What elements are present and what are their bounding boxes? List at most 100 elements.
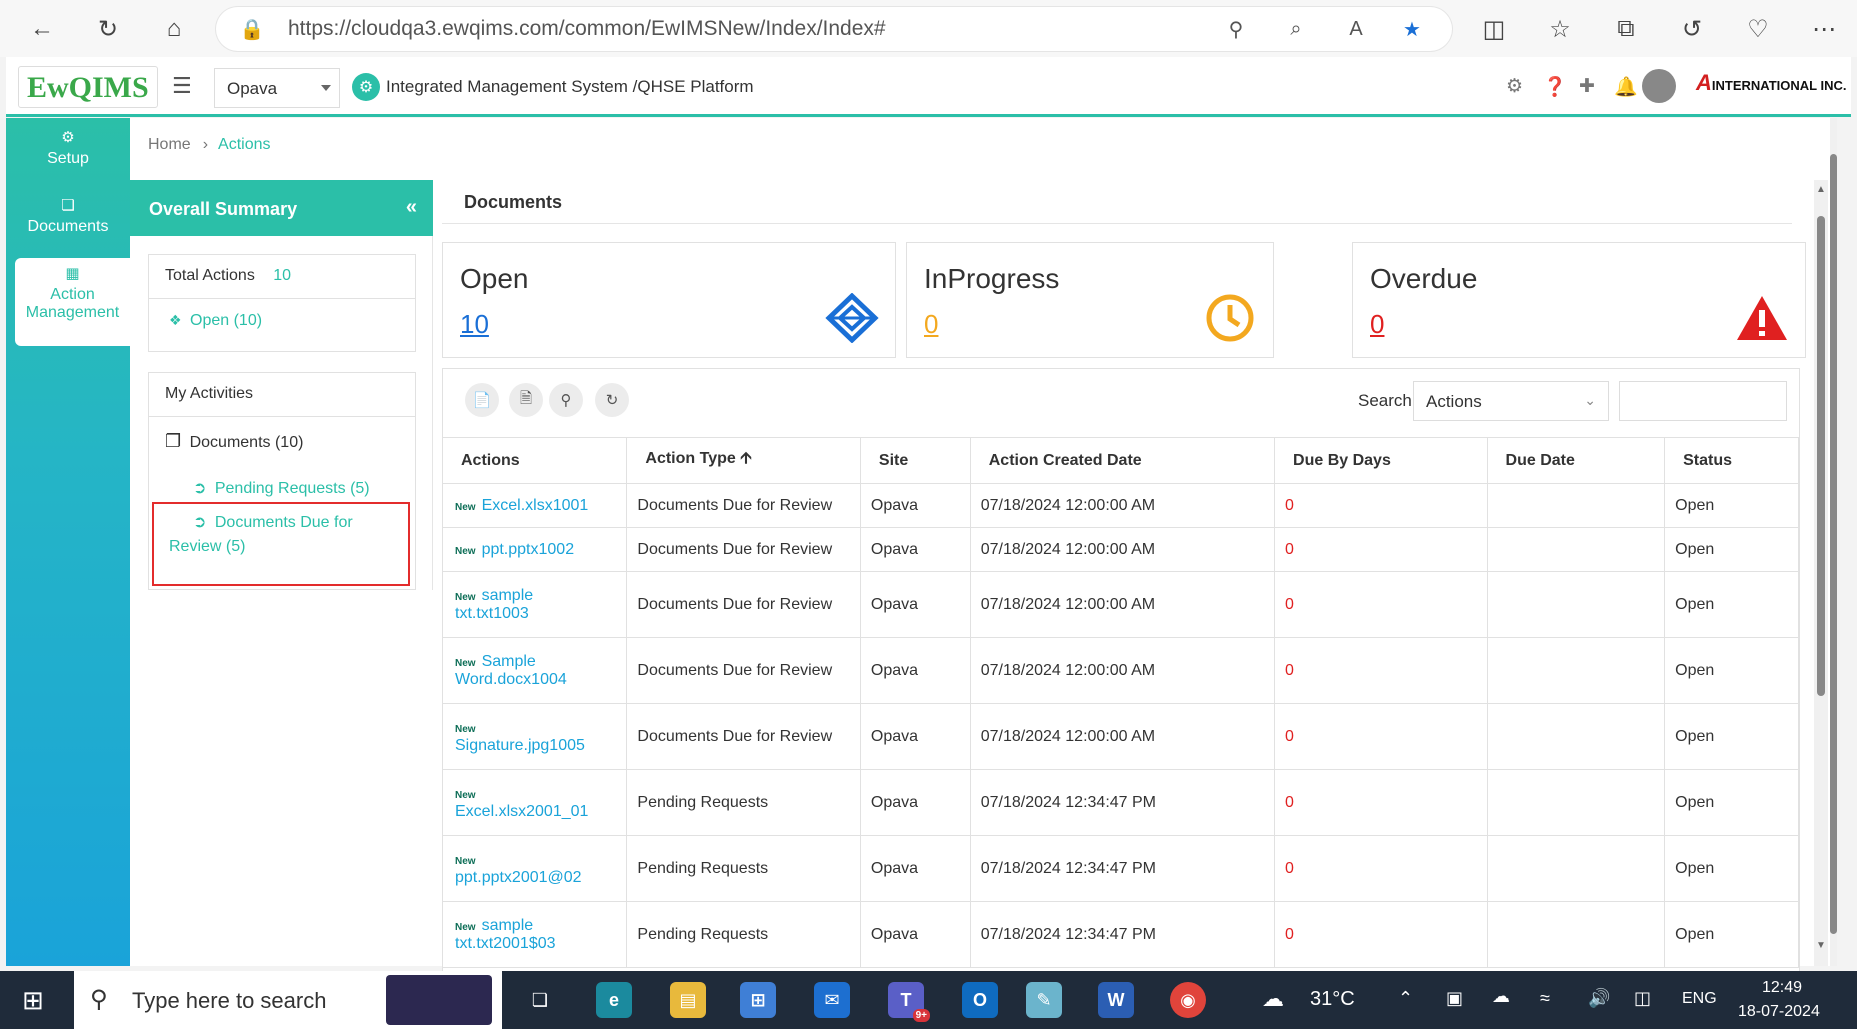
chrome-icon[interactable]: ◉: [1170, 982, 1206, 1018]
col-status[interactable]: Status: [1664, 437, 1799, 484]
help-icon[interactable]: ❓: [1543, 75, 1567, 99]
nav-setup[interactable]: ⚙ Setup: [6, 128, 130, 168]
clock-time[interactable]: 12:49: [1762, 979, 1802, 997]
more-icon[interactable]: ⋯: [1808, 13, 1840, 45]
scroll-up-icon[interactable]: ▲: [1816, 184, 1826, 195]
document-link-line1[interactable]: sample: [482, 587, 534, 604]
settings-icon[interactable]: ⚙: [1506, 75, 1523, 98]
weather-temp[interactable]: 31°C: [1310, 988, 1355, 1011]
document-link[interactable]: Excel.xlsx1001: [482, 497, 589, 514]
pending-requests-item[interactable]: ➲ Pending Requests (5): [193, 478, 370, 498]
home-icon[interactable]: ⌂: [158, 13, 190, 45]
inner-scrollbar[interactable]: ▲ ▼: [1814, 180, 1828, 966]
nav-documents[interactable]: ❏ Documents: [6, 196, 130, 236]
url-text[interactable]: https://cloudqa3.ewqims.com/common/EwIMS…: [288, 17, 886, 41]
notification-bell-icon[interactable]: 🔔: [1614, 75, 1638, 99]
wifi-icon[interactable]: ≈: [1540, 988, 1550, 1009]
clock-date[interactable]: 18-07-2024: [1738, 1003, 1820, 1021]
teams-icon[interactable]: T 9+: [888, 982, 930, 1022]
lock-icon[interactable]: 🔒: [238, 15, 266, 43]
favorites-icon[interactable]: ☆: [1544, 13, 1576, 45]
nav-action-management[interactable]: ▦ Action Management: [15, 258, 130, 346]
document-link-line1[interactable]: Sample: [482, 653, 536, 670]
stat-inprogress-card[interactable]: InProgress 0: [906, 242, 1274, 358]
logo[interactable]: EwQIMS: [18, 66, 158, 108]
pending-requests-link[interactable]: Pending Requests (5): [215, 480, 370, 497]
hamburger-menu-icon[interactable]: ☰: [172, 73, 192, 99]
battery-icon[interactable]: ◫: [1634, 988, 1651, 1009]
health-icon[interactable]: ♡: [1742, 13, 1774, 45]
col-due-date[interactable]: Due Date: [1487, 437, 1666, 484]
document-link-line2[interactable]: ppt.pptx2001@02: [455, 869, 582, 886]
site-select[interactable]: Opava: [214, 68, 340, 108]
stat-open-value[interactable]: 10: [460, 309, 489, 340]
outer-scrollbar-thumb[interactable]: [1830, 154, 1837, 934]
col-due-by-days[interactable]: Due By Days: [1274, 437, 1488, 484]
chevron-right-icon: ›: [202, 136, 209, 153]
document-link-line2[interactable]: Word.docx1004: [455, 671, 567, 688]
search-icon[interactable]: ⚲: [549, 383, 583, 417]
collections-icon[interactable]: ⧉: [1610, 13, 1642, 45]
stat-open-label: Open: [460, 263, 529, 294]
stat-inprogress-value[interactable]: 0: [924, 309, 938, 340]
col-actions[interactable]: Actions: [443, 437, 628, 484]
col-created-date[interactable]: Action Created Date: [970, 437, 1276, 484]
search-input[interactable]: [1619, 381, 1787, 421]
document-link-line2[interactable]: Signature.jpg1005: [455, 737, 585, 754]
avatar[interactable]: [1642, 69, 1676, 103]
language-indicator[interactable]: ENG: [1682, 990, 1717, 1008]
stat-open-card[interactable]: Open 10: [442, 242, 896, 358]
document-link-line2[interactable]: txt.txt2001$03: [455, 935, 556, 952]
documents-activity[interactable]: ❐ Documents (10): [165, 431, 303, 452]
back-icon[interactable]: ←: [26, 13, 58, 45]
key-icon[interactable]: ⚲: [1222, 15, 1250, 43]
taskbar-search[interactable]: ⚲ Type here to search: [74, 971, 502, 1029]
meet-icon[interactable]: ▣: [1446, 988, 1463, 1009]
document-link-line2[interactable]: Excel.xlsx2001_01: [455, 803, 588, 820]
zoom-icon[interactable]: ⌕: [1282, 15, 1310, 43]
address-bar[interactable]: 🔒 https://cloudqa3.ewqims.com/common/EwI…: [216, 7, 1452, 51]
open-link[interactable]: Open (10): [190, 312, 262, 329]
inner-scrollbar-thumb[interactable]: [1817, 216, 1825, 696]
history-icon[interactable]: ↺: [1676, 13, 1708, 45]
windows-start-icon[interactable]: ⊞: [22, 985, 44, 1016]
tray-chevron-up-icon[interactable]: ⌃: [1398, 988, 1413, 1009]
collapse-double-chevron-icon[interactable]: «: [406, 196, 417, 219]
weather-cloud-icon[interactable]: ☁: [1262, 986, 1284, 1012]
onedrive-icon[interactable]: ☁: [1492, 986, 1510, 1007]
stat-overdue-value[interactable]: 0: [1370, 309, 1384, 340]
add-icon[interactable]: ✚: [1579, 75, 1595, 98]
read-aloud-icon[interactable]: A: [1342, 15, 1370, 43]
cell-action: New sample txt.txt2001$03: [443, 901, 628, 968]
store-icon[interactable]: ⊞: [740, 982, 776, 1018]
edge-icon[interactable]: e: [596, 982, 632, 1018]
split-screen-icon[interactable]: ◫: [1478, 13, 1510, 45]
document-link-line1[interactable]: sample: [482, 917, 534, 934]
document-link-line2[interactable]: txt.txt1003: [455, 605, 529, 622]
cell-due-days: 0: [1274, 527, 1488, 572]
file-explorer-icon[interactable]: ▤: [670, 982, 706, 1018]
new-badge: New: [455, 789, 476, 801]
col-site[interactable]: Site: [860, 437, 971, 484]
refresh-icon[interactable]: ↻: [92, 13, 124, 45]
refresh-icon[interactable]: ↻: [595, 383, 629, 417]
word-icon[interactable]: W: [1098, 982, 1134, 1018]
company-logo: AINTERNATIONAL INC.: [1696, 70, 1847, 95]
total-actions-card: Total Actions 10 ❖ Open (10): [148, 254, 416, 352]
notes-icon[interactable]: ✎: [1026, 982, 1062, 1018]
export-excel-icon[interactable]: 📄: [465, 383, 499, 417]
volume-icon[interactable]: 🔊: [1588, 988, 1610, 1009]
breadcrumb-home[interactable]: Home: [148, 136, 191, 153]
outlook-icon[interactable]: O: [962, 982, 998, 1018]
task-view-icon[interactable]: ❏: [522, 982, 558, 1018]
scroll-down-icon[interactable]: ▼: [1816, 940, 1826, 951]
export-pdf-icon[interactable]: 🗎: [509, 383, 543, 417]
favorite-star-icon[interactable]: ★: [1398, 15, 1426, 43]
stat-overdue-card[interactable]: Overdue 0: [1352, 242, 1806, 358]
table-row: New Sample Word.docx1004 Documents Due for…: [443, 637, 1799, 704]
col-action-type[interactable]: Action Type 🡩: [626, 437, 861, 484]
document-link[interactable]: ppt.pptx1002: [482, 541, 575, 558]
search-field-select[interactable]: Actions ⌄: [1413, 381, 1609, 421]
mail-icon[interactable]: ✉: [814, 982, 850, 1018]
outer-scrollbar[interactable]: [1830, 118, 1837, 966]
